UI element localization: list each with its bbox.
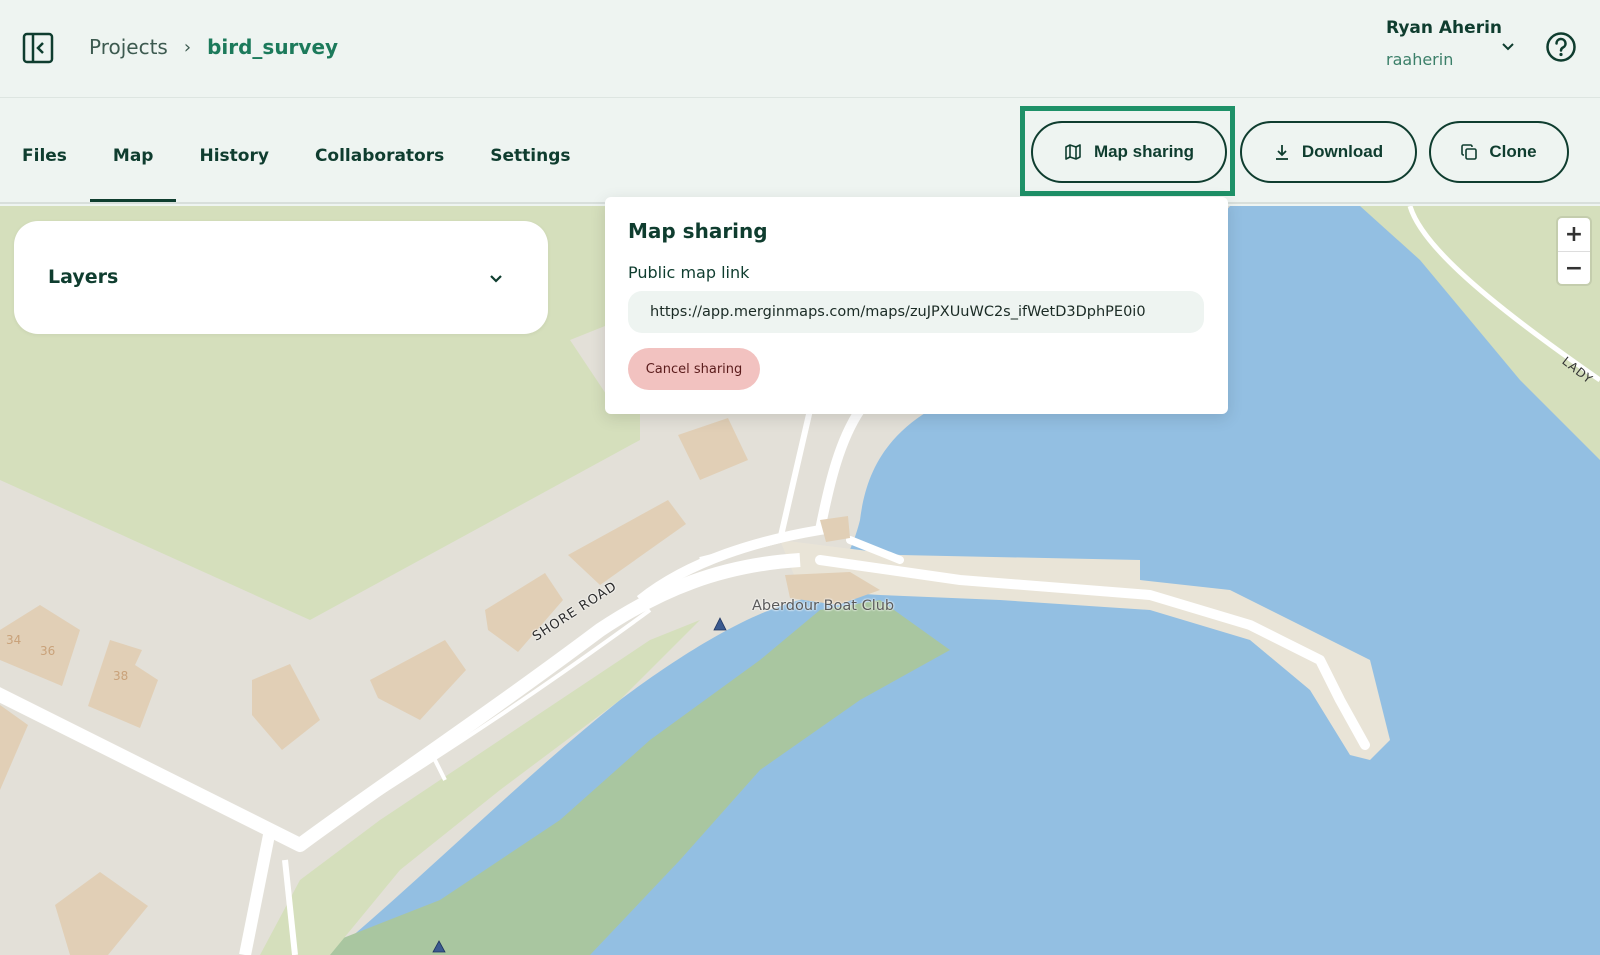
layers-title: Layers <box>48 266 119 288</box>
clone-button[interactable]: Clone <box>1429 121 1569 183</box>
tab-collaborators[interactable]: Collaborators <box>315 98 444 202</box>
tab-files[interactable]: Files <box>22 98 67 202</box>
popover-title: Map sharing <box>628 219 768 243</box>
tab-history[interactable]: History <box>199 98 268 202</box>
breadcrumb: Projects › bird_survey <box>89 35 338 59</box>
user-name: Ryan Aherin <box>1386 18 1503 38</box>
public-link-label: Public map link <box>628 263 750 282</box>
layers-panel[interactable]: Layers <box>14 221 548 334</box>
download-label: Download <box>1301 142 1384 161</box>
clone-label: Clone <box>1489 142 1537 161</box>
breadcrumb-projects[interactable]: Projects <box>89 35 168 59</box>
breadcrumb-separator-icon: › <box>183 36 192 58</box>
top-header: Projects › bird_survey Ryan Aherin raahe… <box>0 0 1600 98</box>
map-sharing-label: Map sharing <box>1093 142 1195 161</box>
zoom-out-button[interactable]: − <box>1558 251 1590 284</box>
cancel-sharing-button[interactable]: Cancel sharing <box>628 348 760 390</box>
sidebar-toggle-icon[interactable] <box>22 32 54 64</box>
download-button[interactable]: Download <box>1240 121 1417 183</box>
chevron-down-icon[interactable] <box>488 270 504 286</box>
help-icon[interactable] <box>1545 31 1577 63</box>
user-menu[interactable]: Ryan Aherin raaherin <box>1386 18 1502 69</box>
tab-list: Files Map History Collaborators Settings <box>22 98 616 202</box>
tab-map[interactable]: Map <box>90 98 176 202</box>
poi-label: Aberdour Boat Club <box>752 598 895 614</box>
zoom-control: + − <box>1558 218 1590 284</box>
map-sharing-popover: Map sharing Public map link Cancel shari… <box>605 197 1228 414</box>
chevron-down-icon[interactable] <box>1500 38 1516 54</box>
zoom-in-button[interactable]: + <box>1558 218 1590 251</box>
map-icon <box>1065 144 1081 160</box>
download-icon <box>1275 145 1288 160</box>
breadcrumb-project[interactable]: bird_survey <box>207 35 338 59</box>
house-number-34: 34 <box>6 633 22 647</box>
map-sharing-button[interactable]: Map sharing <box>1031 121 1227 183</box>
public-link-input[interactable] <box>628 291 1204 333</box>
house-number-36: 36 <box>40 644 56 658</box>
user-login: raaherin <box>1386 50 1454 69</box>
house-number-38: 38 <box>113 669 129 683</box>
tab-settings[interactable]: Settings <box>490 98 570 202</box>
copy-icon <box>1461 144 1478 160</box>
